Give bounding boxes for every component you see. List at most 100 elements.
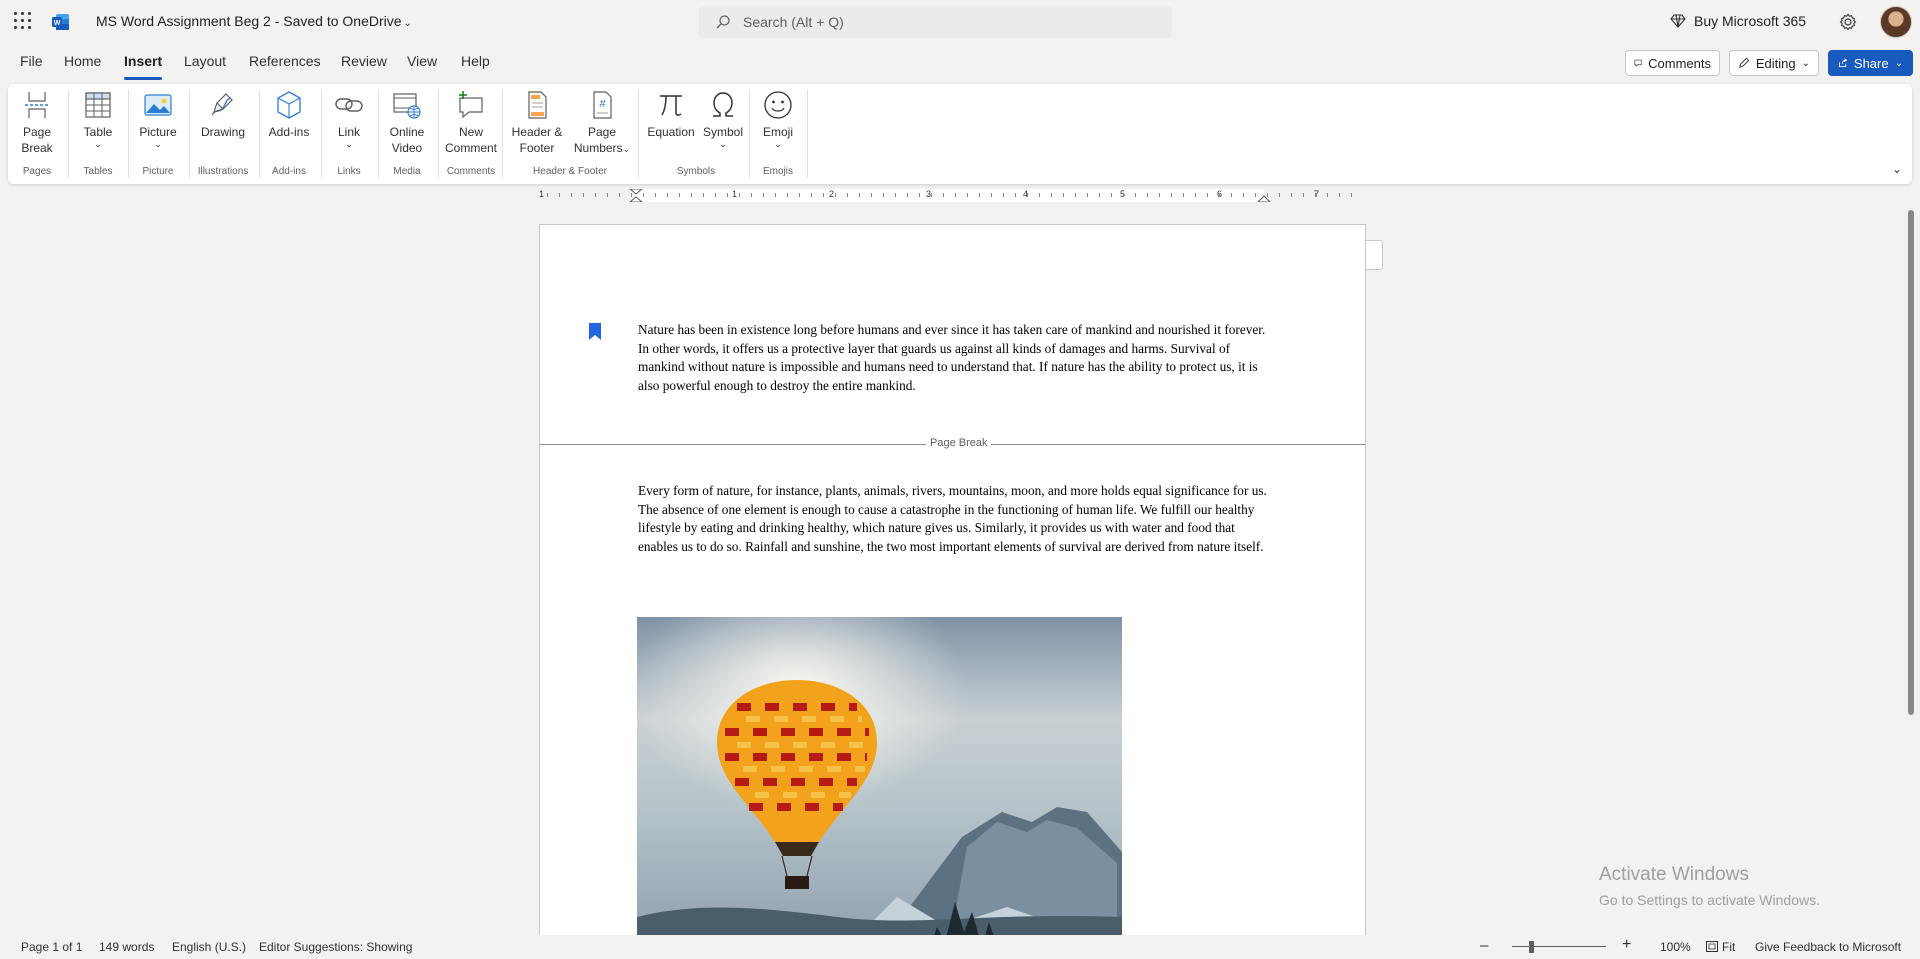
ruler-tick xyxy=(955,193,956,197)
ruler-tick xyxy=(679,193,680,197)
online-video-icon xyxy=(393,93,421,119)
buy-label: Buy Microsoft 365 xyxy=(1694,13,1807,29)
paragraph-2[interactable]: Every form of nature, for instance, plan… xyxy=(638,482,1278,556)
ruler-tick xyxy=(943,193,944,197)
page-numbers-button[interactable]: # Page Numbers⌄ xyxy=(570,88,634,157)
tab-layout[interactable]: Layout xyxy=(184,53,226,69)
tab-view[interactable]: View xyxy=(407,53,437,69)
gear-icon[interactable] xyxy=(1838,12,1858,32)
zoom-in-icon[interactable]: + xyxy=(1622,936,1631,954)
ruler-tick xyxy=(1075,193,1076,197)
ruler-tick xyxy=(967,193,968,197)
give-feedback-link[interactable]: Give Feedback to Microsoft xyxy=(1755,940,1901,954)
ribbon: Page Break Pages Table ⌄ Tables Picture … xyxy=(8,84,1912,184)
group-separator xyxy=(128,90,129,178)
ruler-tick xyxy=(583,193,584,197)
new-comment-button[interactable]: New Comment xyxy=(439,88,503,156)
zoom-slider[interactable] xyxy=(1512,946,1606,947)
online-video-label-1: Online xyxy=(389,125,425,139)
group-separator xyxy=(638,90,639,178)
ribbon-collapse-icon[interactable]: ⌄ xyxy=(1892,162,1902,176)
right-indent-marker-icon[interactable] xyxy=(1257,193,1271,202)
picture-button[interactable]: Picture ⌄ xyxy=(132,88,184,149)
chevron-down-icon: ⌄ xyxy=(403,18,412,29)
new-comment-label-1: New xyxy=(458,125,483,139)
ruler-tick xyxy=(703,193,704,197)
share-button[interactable]: Share ⌄ xyxy=(1828,50,1913,76)
ruler-tick xyxy=(691,193,692,197)
fit-button[interactable]: Fit xyxy=(1706,940,1735,954)
zoom-level[interactable]: 100% xyxy=(1660,940,1691,954)
ruler-tick xyxy=(775,193,776,197)
online-video-button[interactable]: Online Video xyxy=(379,88,435,156)
tab-home[interactable]: Home xyxy=(64,53,101,69)
ruler-tick xyxy=(859,193,860,197)
ruler-tick xyxy=(1279,193,1280,197)
group-separator xyxy=(321,90,322,178)
page-break-button[interactable]: Page Break xyxy=(15,88,59,156)
ruler-tick xyxy=(571,193,572,197)
tab-help[interactable]: Help xyxy=(461,53,490,69)
fit-label: Fit xyxy=(1722,940,1736,954)
header-footer-button[interactable]: Header & Footer xyxy=(506,88,568,156)
bookmark-icon[interactable] xyxy=(589,323,601,340)
ruler-tick xyxy=(871,193,872,197)
editor-suggestions[interactable]: Editor Suggestions: Showing xyxy=(259,940,412,954)
ruler-tick xyxy=(1027,193,1028,197)
ruler-tick xyxy=(1111,193,1112,197)
page-numbers-icon: # xyxy=(593,91,612,119)
word-logo-icon: W xyxy=(52,14,69,30)
avatar[interactable] xyxy=(1880,6,1912,38)
ruler-tick xyxy=(655,193,656,197)
pi-icon xyxy=(660,95,682,116)
fit-icon xyxy=(1706,941,1718,952)
comment-icon xyxy=(1634,59,1642,67)
drawing-button[interactable]: Drawing xyxy=(190,88,256,140)
add-ins-label: Add-ins xyxy=(268,125,310,139)
group-label-media: Media xyxy=(393,166,421,177)
group-label-tables: Tables xyxy=(83,166,113,177)
table-button[interactable]: Table ⌄ xyxy=(76,88,120,149)
document-title[interactable]: MS Word Assignment Beg 2 - Saved to OneD… xyxy=(96,13,412,29)
buy-microsoft-365-button[interactable]: Buy Microsoft 365 xyxy=(1670,13,1806,29)
page-count[interactable]: Page 1 of 1 xyxy=(21,940,82,954)
ruler-tick xyxy=(991,193,992,197)
chevron-down-icon: ⌄ xyxy=(1894,57,1903,69)
symbol-button[interactable]: Symbol ⌄ xyxy=(698,88,748,149)
comments-button[interactable]: Comments xyxy=(1625,50,1720,76)
tab-file[interactable]: File xyxy=(20,53,43,69)
chevron-down-icon: ⌄ xyxy=(774,139,782,149)
ruler-number: 1 xyxy=(539,189,545,199)
horizontal-ruler: 1 1 2 3 4 5 6 7 xyxy=(537,189,1362,202)
add-ins-button[interactable]: Add-ins xyxy=(260,88,318,140)
tab-insert[interactable]: Insert xyxy=(124,53,163,80)
ruler-tick xyxy=(643,193,644,197)
picture-icon xyxy=(144,94,172,116)
ruler-number: 1 xyxy=(732,189,738,199)
link-button[interactable]: Link ⌄ xyxy=(324,88,374,149)
editing-label: Editing xyxy=(1755,55,1796,71)
tab-review[interactable]: Review xyxy=(341,53,387,69)
hot-air-balloon-image[interactable] xyxy=(637,617,1122,957)
group-label-symbols: Symbols xyxy=(676,166,716,177)
tab-references[interactable]: References xyxy=(249,53,321,69)
page-break-label: Page Break xyxy=(926,437,992,449)
ruler-tick xyxy=(1171,193,1172,197)
zoom-slider-thumb[interactable] xyxy=(1529,941,1534,953)
vertical-scrollbar[interactable] xyxy=(1908,210,1914,715)
equation-button[interactable]: Equation xyxy=(644,88,698,140)
group-label-links: Links xyxy=(337,166,361,177)
app-launcher-icon[interactable] xyxy=(14,12,32,30)
editing-mode-button[interactable]: Editing ⌄ xyxy=(1729,50,1819,76)
ruler-tick xyxy=(1207,193,1208,197)
word-count[interactable]: 149 words xyxy=(99,940,154,954)
language-indicator[interactable]: English (U.S.) xyxy=(172,940,246,954)
activate-title: Activate Windows xyxy=(1599,864,1749,885)
search-box[interactable]: Search (Alt + Q) xyxy=(699,6,1172,38)
emoji-button[interactable]: Emoji ⌄ xyxy=(755,88,801,149)
ruler-tick xyxy=(895,193,896,197)
ruler-tick xyxy=(1231,193,1232,197)
zoom-out-icon[interactable]: – xyxy=(1480,937,1488,954)
paragraph-1[interactable]: Nature has been in existence long before… xyxy=(638,321,1268,395)
document-page[interactable]: Nature has been in existence long before… xyxy=(539,224,1366,959)
